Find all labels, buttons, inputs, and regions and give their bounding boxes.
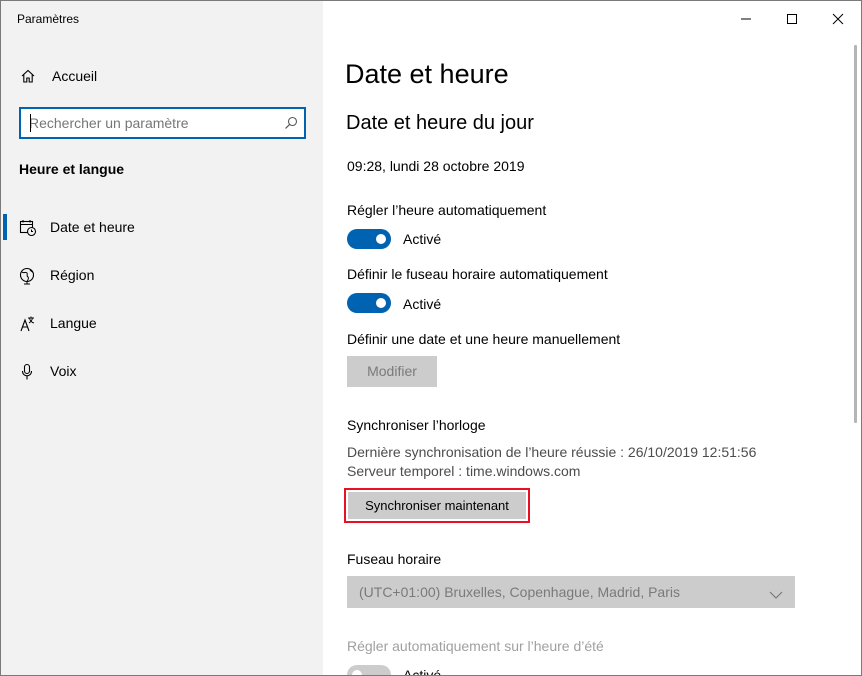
sidebar-item-language[interactable]: Langue xyxy=(1,304,323,344)
search-input[interactable] xyxy=(29,113,279,133)
calendar-clock-icon xyxy=(19,219,37,237)
modify-button[interactable]: Modifier xyxy=(347,356,437,387)
selection-indicator xyxy=(3,214,7,240)
search-icon[interactable] xyxy=(284,116,298,130)
time-server-text: Serveur temporel : time.windows.com xyxy=(347,463,581,479)
sidebar: Paramètres Accueil Heure et langue Date … xyxy=(1,1,323,675)
home-nav-item[interactable]: Accueil xyxy=(1,61,323,93)
dst-state: Activé xyxy=(403,667,442,676)
text-caret xyxy=(30,114,31,132)
auto-time-label: Régler l’heure automatiquement xyxy=(347,202,547,218)
main-content: Date et heure Date et heure du jour 09:2… xyxy=(323,1,861,676)
page-title: Date et heure xyxy=(345,59,509,89)
auto-time-toggle[interactable] xyxy=(347,229,391,249)
settings-window: Paramètres Accueil Heure et langue Date … xyxy=(0,0,862,676)
manual-datetime-label: Définir une date et une heure manuelleme… xyxy=(347,331,621,347)
sidebar-item-region[interactable]: Région xyxy=(1,256,323,296)
section-title: Date et heure du jour xyxy=(346,112,534,134)
globe-icon xyxy=(19,267,37,285)
sidebar-item-label: Date et heure xyxy=(50,219,135,235)
sync-heading: Synchroniser l’horloge xyxy=(347,417,486,433)
timezone-value: (UTC+01:00) Bruxelles, Copenhague, Madri… xyxy=(359,584,680,600)
sidebar-item-date-time[interactable]: Date et heure xyxy=(1,208,323,248)
current-datetime: 09:28, lundi 28 octobre 2019 xyxy=(347,158,525,174)
search-box[interactable] xyxy=(19,107,306,139)
last-sync-text: Dernière synchronisation de l’heure réus… xyxy=(347,444,757,460)
scrollbar[interactable] xyxy=(854,45,857,423)
app-title: Paramètres xyxy=(17,12,80,26)
auto-time-state: Activé xyxy=(403,231,442,247)
chevron-down-icon xyxy=(769,587,783,599)
toggle-knob xyxy=(376,234,386,244)
toggle-knob xyxy=(352,670,362,675)
sidebar-item-label: Voix xyxy=(50,363,77,379)
sync-now-button[interactable]: Synchroniser maintenant xyxy=(348,492,526,519)
home-label: Accueil xyxy=(52,68,98,84)
language-icon xyxy=(19,315,37,333)
dst-toggle[interactable] xyxy=(347,665,391,675)
auto-timezone-state: Activé xyxy=(403,296,442,312)
auto-timezone-toggle[interactable] xyxy=(347,293,391,313)
sidebar-item-label: Langue xyxy=(50,315,97,331)
timezone-label: Fuseau horaire xyxy=(347,551,442,567)
toggle-knob xyxy=(376,298,386,308)
sidebar-item-label: Région xyxy=(50,267,95,283)
microphone-icon xyxy=(19,363,37,381)
sidebar-item-voice[interactable]: Voix xyxy=(1,352,323,392)
dst-label: Régler automatiquement sur l’heure d’été xyxy=(347,638,604,654)
timezone-select[interactable]: (UTC+01:00) Bruxelles, Copenhague, Madri… xyxy=(347,576,795,608)
auto-timezone-label: Définir le fuseau horaire automatiquemen… xyxy=(347,266,608,282)
home-icon xyxy=(20,68,36,84)
section-heading: Heure et langue xyxy=(19,161,125,177)
